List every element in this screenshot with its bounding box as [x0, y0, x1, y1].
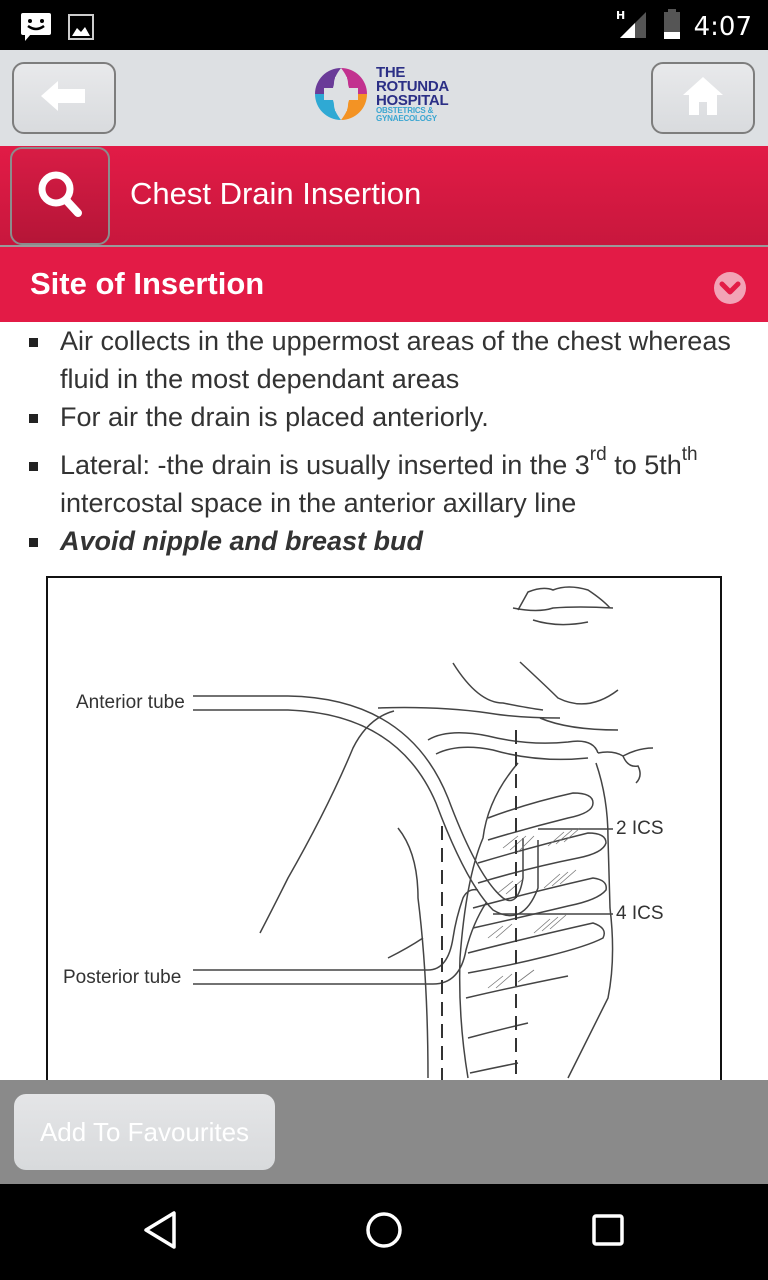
neck-line: [519, 661, 619, 705]
status-bar: H 4:07: [0, 0, 768, 50]
rib: [477, 832, 607, 884]
label-posterior-tube: Posterior tube: [63, 967, 182, 988]
mouth-line: [512, 606, 614, 612]
rib: [467, 1022, 529, 1039]
battery-icon: [662, 8, 682, 45]
rib: [472, 877, 607, 929]
superscript: rd: [589, 444, 607, 465]
content-area: Air collects in the uppermost areas of t…: [0, 322, 768, 1080]
ribcage-outline: [567, 762, 614, 1079]
posterior-tube: [193, 888, 479, 971]
superscript: th: [681, 444, 698, 465]
text-span: intercostal space in the anterior axilla…: [60, 488, 577, 518]
anterior-tube: [193, 695, 524, 902]
app-header: THE ROTUNDA HOSPITAL OBSTETRICS & GYNAEC…: [0, 50, 768, 146]
rib: [467, 922, 605, 974]
rib: [487, 792, 594, 841]
list-item: Avoid nipple and breast bud: [0, 522, 768, 560]
logo-mark: [315, 68, 367, 120]
clavicle: [427, 732, 599, 754]
chest-drain-diagram: Anterior tube Posterior tube 2 ICS 4 ICS: [46, 576, 722, 1080]
title-bar: Chest Drain Insertion: [0, 146, 768, 247]
logo-subline: GYNAECOLOGY: [376, 113, 437, 123]
back-triangle-icon: [142, 1210, 178, 1255]
label-anterior-tube: Anterior tube: [76, 692, 185, 713]
trapezius-line: [539, 717, 619, 731]
signal-icon: H: [616, 8, 650, 45]
nav-home-button[interactable]: [364, 1211, 404, 1254]
add-to-favourites-button[interactable]: Add To Favourites: [14, 1094, 275, 1170]
clock: 4:07: [693, 11, 752, 42]
home-icon: [682, 76, 724, 121]
sternum-edge: [622, 755, 641, 784]
text-span: Lateral: -the drain is usually inserted …: [60, 450, 590, 480]
recents-square-icon: [591, 1213, 625, 1252]
sternum-edge: [597, 747, 654, 757]
chevron-down-circle-icon[interactable]: [713, 271, 747, 310]
footer-bar: Add To Favourites: [0, 1080, 768, 1184]
search-button[interactable]: [10, 147, 110, 245]
text-span: to 5th: [606, 450, 682, 480]
clavicle: [435, 746, 589, 761]
label-2-ics: 2 ICS: [616, 818, 664, 839]
android-nav-bar: [0, 1184, 768, 1280]
logo-line: HOSPITAL: [376, 91, 449, 109]
page-title: Chest Drain Insertion: [130, 176, 422, 211]
list-item: For air the drain is placed anteriorly.: [0, 398, 768, 436]
home-button[interactable]: [651, 62, 755, 134]
anterior-tube: [193, 709, 539, 917]
chin-line: [532, 619, 589, 626]
image-icon: [68, 14, 94, 45]
list-item: Lateral: -the drain is usually inserted …: [0, 444, 768, 522]
arm-outline: [387, 937, 424, 959]
bullet-list: Air collects in the uppermost areas of t…: [0, 322, 768, 560]
svg-text:H: H: [616, 9, 625, 22]
intercostal-hatching: [487, 827, 581, 989]
search-icon: [37, 170, 83, 223]
nav-recents-button[interactable]: [588, 1212, 628, 1252]
label-4-ics: 4 ICS: [616, 903, 664, 924]
shoulder-outline: [259, 710, 395, 934]
section-title: Site of Insertion: [30, 266, 265, 301]
home-circle-icon: [365, 1211, 403, 1254]
nav-back-button[interactable]: [140, 1210, 180, 1255]
rotunda-hospital-logo: THE ROTUNDA HOSPITAL OBSTETRICS & GYNAEC…: [312, 65, 449, 123]
back-button[interactable]: [12, 62, 116, 134]
arm-outline: [397, 827, 429, 1079]
arrow-left-icon: [41, 80, 87, 117]
section-header-site-of-insertion[interactable]: Site of Insertion: [0, 247, 768, 322]
rib: [469, 1062, 519, 1074]
list-item: Air collects in the uppermost areas of t…: [0, 322, 768, 398]
messenger-icon: [20, 12, 52, 47]
